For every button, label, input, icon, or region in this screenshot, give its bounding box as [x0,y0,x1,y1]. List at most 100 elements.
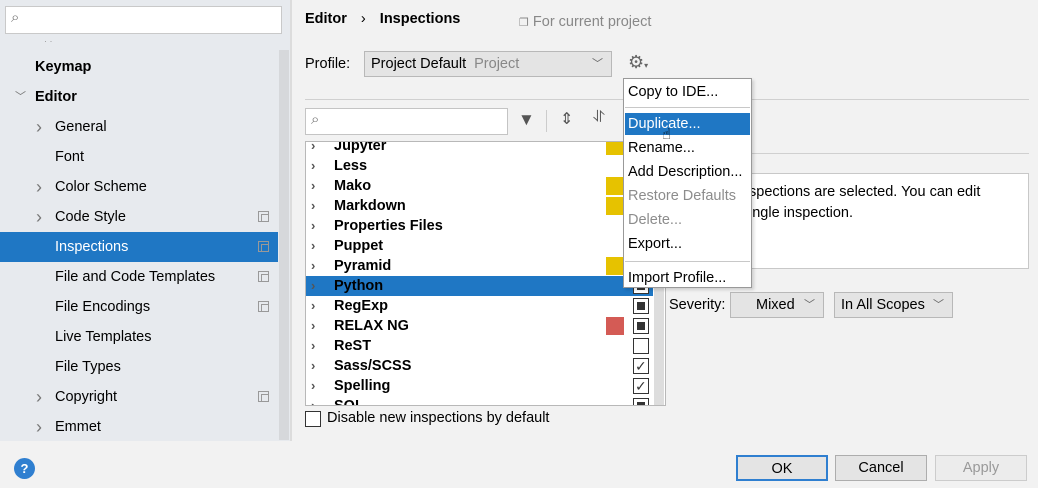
chevron-right-icon[interactable]: › [36,382,42,412]
filter-icon[interactable]: ▼ [518,110,535,130]
tree-row[interactable]: › Mako [306,176,653,196]
scope-combobox[interactable]: In All Scopes ﹀ [834,292,953,318]
chevron-right-icon[interactable]: › [36,172,42,202]
cancel-button[interactable]: Cancel [835,455,927,481]
tree-row[interactable]: › Sass/SCSS [306,356,653,376]
project-scope-icon [258,301,269,312]
severity-color-swatch [606,317,624,335]
chevron-right-icon[interactable]: › [311,396,315,405]
menu-item-export[interactable]: Export... [625,233,750,255]
tree-row[interactable]: › Spelling [306,376,653,396]
help-icon[interactable]: ? [14,458,35,479]
tree-row[interactable]: › Puppet [306,236,653,256]
sidebar-item-editor[interactable]: ﹀ Editor [0,82,278,112]
breadcrumb: Editor › Inspections [305,11,460,27]
tree-row[interactable]: › SQL [306,396,653,405]
enable-checkbox[interactable] [633,298,649,314]
profile-combobox[interactable]: Project Default Project ﹀ [364,51,612,77]
chevron-right-icon[interactable]: › [311,336,315,356]
gear-icon[interactable]: ⚙▾ [628,52,648,73]
tree-row[interactable]: › ReST [306,336,653,356]
severity-color-swatch [606,257,624,275]
chevron-right-icon[interactable]: › [311,276,315,296]
severity-color-swatch [606,142,624,155]
chevron-down-icon: ﹀ [592,58,603,70]
disable-new-checkbox[interactable] [305,411,321,427]
sidebar-item-inspections[interactable]: Inspections [0,232,278,262]
chevron-right-icon[interactable]: › [311,142,315,156]
copy-icon: ❐ [519,17,529,29]
sidebar-item-keymap[interactable]: Keymap [0,52,278,82]
expand-all-icon[interactable]: ⇕ [560,109,573,129]
chevron-down-icon[interactable]: ﹀ [15,82,26,112]
menu-item-copy-to-ide[interactable]: Copy to IDE... [625,81,750,103]
breadcrumb-separator-icon: › [360,11,366,27]
menu-item-add-description[interactable]: Add Description... [625,161,750,183]
chevron-right-icon[interactable]: › [311,176,315,196]
tree-row[interactable]: › Jupyter [306,142,653,156]
sidebar-item-emmet[interactable]: › Emmet [0,412,278,442]
profile-label: Profile: [305,56,351,72]
tree-row[interactable]: › Less [306,156,653,176]
collapse-all-icon[interactable]: ⥯ [593,109,605,127]
inspection-search-input[interactable]: ⌕ [305,108,508,135]
tree-row[interactable]: › RELAX NG [306,316,653,336]
sidebar-item-color-scheme[interactable]: › Color Scheme [0,172,278,202]
breadcrumb-inspections: Inspections [379,11,461,27]
splitter[interactable] [290,0,292,441]
sidebar-item-font[interactable]: Font [0,142,278,172]
settings-search-input[interactable]: ⌕ [5,6,282,34]
severity-label: Severity: [669,297,726,313]
enable-checkbox[interactable] [633,338,649,354]
chevron-right-icon[interactable]: › [311,376,315,396]
sidebar-item-file-and-code-templates[interactable]: File and Code Templates [0,262,278,292]
chevron-down-icon: ﹀ [804,299,815,311]
sidebar-item-file-types[interactable]: File Types [0,352,278,382]
sidebar-item-file-encodings[interactable]: File Encodings [0,292,278,322]
enable-checkbox[interactable] [633,356,649,376]
chevron-right-icon[interactable]: › [311,156,315,176]
project-scope-icon [258,391,269,402]
chevron-right-icon[interactable]: › [36,112,42,142]
apply-button[interactable]: Apply [935,455,1027,481]
sidebar-item-general[interactable]: › General [0,112,278,142]
chevron-right-icon[interactable]: › [311,216,315,236]
tree-row[interactable]: › Markdown [306,196,653,216]
hand-cursor-icon: ☝ [662,126,672,143]
tree-row[interactable]: › Python [306,276,653,296]
chevron-right-icon[interactable]: › [36,412,42,442]
enable-checkbox[interactable] [633,398,649,405]
chevron-right-icon[interactable]: › [36,202,42,232]
ok-button[interactable]: OK [736,455,828,481]
chevron-right-icon[interactable]: › [311,196,315,216]
enable-checkbox[interactable] [633,318,649,334]
sidebar-item-code-style[interactable]: › Code Style [0,202,278,232]
sidebar-item-live-templates[interactable]: Live Templates [0,322,278,352]
menu-item-import-profile[interactable]: Import Profile... [625,267,750,289]
tree-row[interactable]: › Pyramid [306,256,653,276]
menu-item-duplicate[interactable]: Duplicate... [625,113,750,135]
menu-item-delete[interactable]: Delete... [625,209,750,231]
tree-row[interactable]: › Properties Files [306,216,653,236]
severity-color-swatch [606,197,624,215]
chevron-right-icon[interactable]: › [311,356,315,376]
menu-item-restore-defaults[interactable]: Restore Defaults [625,185,750,207]
sidebar-scrollbar[interactable] [279,50,289,440]
chevron-right-icon[interactable]: › [311,256,315,276]
chevron-right-icon[interactable]: › [311,236,315,256]
severity-color-swatch [606,177,624,195]
disable-new-label[interactable]: Disable new inspections by default [327,410,549,426]
tree-row[interactable]: › RegExp [306,296,653,316]
enable-checkbox[interactable] [633,376,649,396]
project-scope-icon [258,271,269,282]
breadcrumb-editor[interactable]: Editor [305,11,347,27]
scope-note: ❐ For current project [519,14,652,30]
severity-combobox[interactable]: Mixed ﹀ [730,292,824,318]
menu-separator [625,107,750,108]
scroll-hint-dots: · · [44,36,53,46]
sidebar-item-copyright[interactable]: › Copyright [0,382,278,412]
chevron-right-icon[interactable]: › [311,316,315,336]
menu-item-rename[interactable]: Rename... [625,137,750,159]
chevron-right-icon[interactable]: › [311,296,315,316]
inspection-tree: › Jupyter › Less › Mako › Markdown › Properties F… [305,141,666,406]
